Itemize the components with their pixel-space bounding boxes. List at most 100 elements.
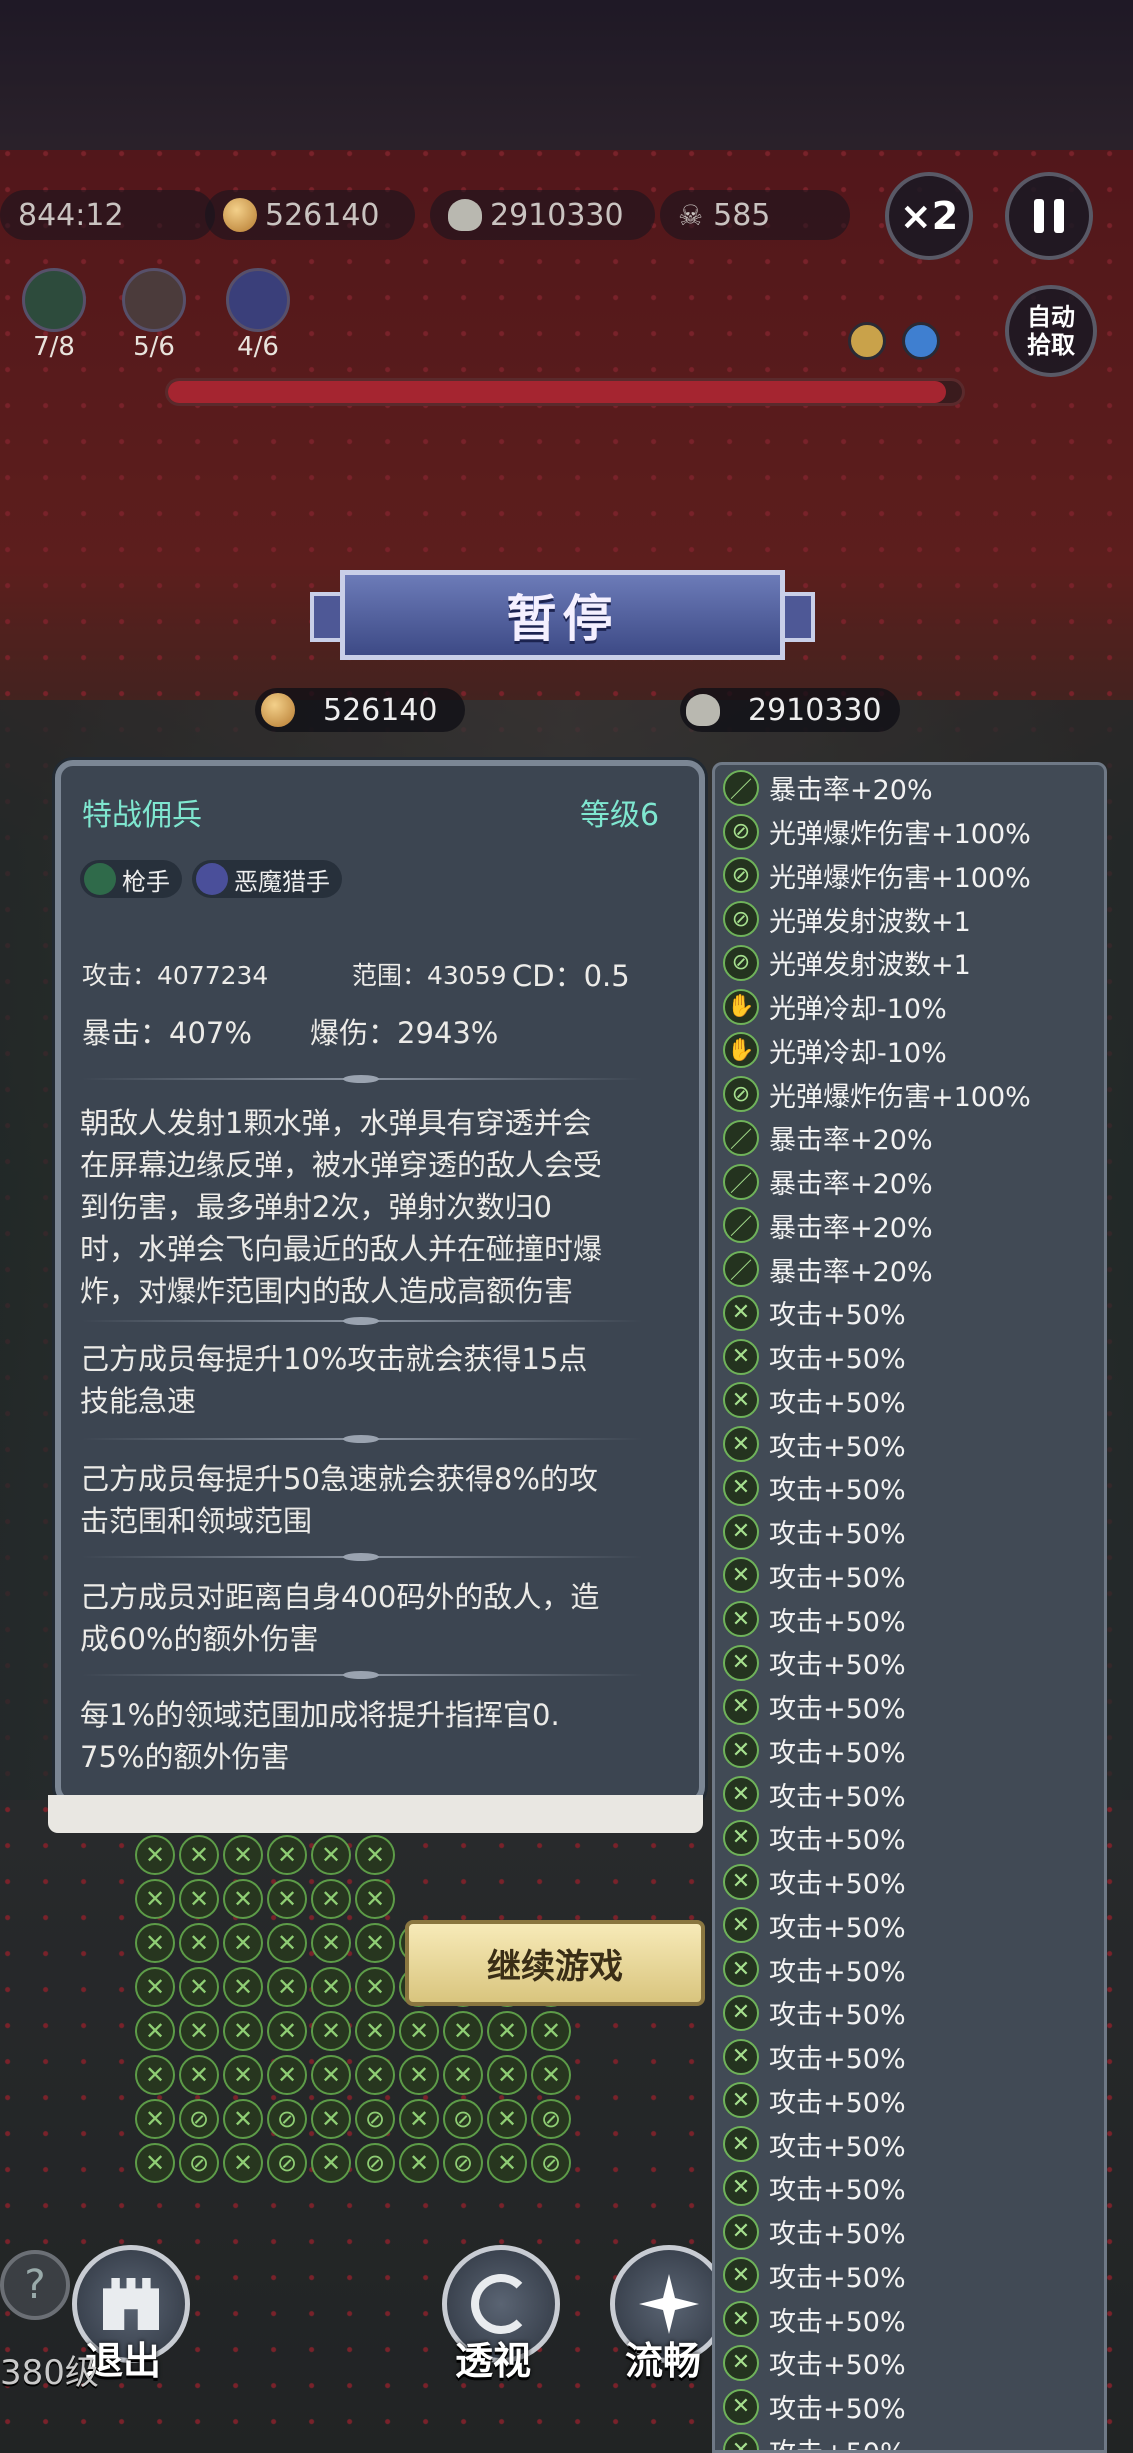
unit-name: 特战佣兵 bbox=[82, 798, 202, 833]
smooth-label: 流畅 bbox=[625, 2339, 702, 2383]
gem-icon: ✕ bbox=[487, 2099, 527, 2139]
buff-text: 攻击+50% bbox=[769, 1869, 906, 1901]
buff-text: 攻击+50% bbox=[769, 2394, 906, 2426]
buff-text: 攻击+50% bbox=[769, 1650, 906, 1682]
coin-counter: 526140 bbox=[205, 190, 415, 240]
skull-icon bbox=[448, 199, 482, 231]
gem-icon: ✕ bbox=[135, 1967, 175, 2007]
buff-row: ✕ 攻击+50% bbox=[723, 1772, 906, 1816]
vortex-icon bbox=[471, 2274, 531, 2334]
cross-swords-icon: ✕ bbox=[723, 1513, 759, 1550]
gem-icon: ✕ bbox=[135, 1835, 175, 1875]
water-drop-icon bbox=[902, 322, 940, 360]
hand-icon: ✋ bbox=[723, 988, 759, 1025]
buff-row: ✕ 攻击+50% bbox=[723, 1291, 906, 1335]
gem-icon: ✕ bbox=[399, 2055, 439, 2095]
description-line: 时，水弹会飞向最近的敌人并在碰撞时爆 bbox=[80, 1232, 603, 1266]
coin-magnet-icon bbox=[848, 322, 886, 360]
divider-ornament bbox=[343, 1553, 379, 1561]
auto-pickup-label: 自动 拾取 bbox=[1027, 303, 1075, 359]
sword-icon: ／ bbox=[723, 769, 759, 806]
buff-row: ⊘ 光弹爆炸伤害+100% bbox=[723, 854, 1031, 898]
gem-icon: ⊘ bbox=[531, 2099, 571, 2139]
pause-coin-stat: 526140 bbox=[255, 688, 465, 732]
buff-row: ／ 暴击率+20% bbox=[723, 1204, 933, 1248]
gem-icon: ✕ bbox=[311, 1835, 351, 1875]
buff-row: ✋ 光弹冷却-10% bbox=[723, 985, 947, 1029]
speed-label: ×2 bbox=[899, 194, 959, 238]
gem-icon: ✕ bbox=[179, 2011, 219, 2051]
tag-demon-hunter-label: 恶魔猎手 bbox=[234, 867, 330, 896]
vortex-skill-icon bbox=[122, 268, 186, 332]
buff-text: 攻击+50% bbox=[769, 1825, 906, 1857]
gunner-skill-icon bbox=[22, 268, 86, 332]
gem-icon: ✕ bbox=[267, 1835, 307, 1875]
buff-row: ✕ 攻击+50% bbox=[723, 1466, 906, 1510]
skill-level-3: 4/6 bbox=[237, 332, 279, 362]
continue-button[interactable]: 继续游戏 bbox=[405, 1920, 705, 2006]
gem-icon: ✕ bbox=[355, 2055, 395, 2095]
buff-row: ⊘ 光弹发射波数+1 bbox=[723, 897, 971, 941]
buff-text: 攻击+50% bbox=[769, 1912, 906, 1944]
gem-icon: ✕ bbox=[135, 1879, 175, 1919]
buff-text: 光弹冷却-10% bbox=[769, 1037, 947, 1069]
gem-icon: ✕ bbox=[223, 1835, 263, 1875]
bullet-icon: ⊘ bbox=[723, 944, 759, 981]
skill-level-2: 5/6 bbox=[133, 332, 175, 362]
buff-text: 攻击+50% bbox=[769, 1431, 906, 1463]
cross-swords-icon: ✕ bbox=[723, 2126, 759, 2163]
passive-1: 己方成员每提升10%攻击就会获得15点 技能急速 bbox=[80, 1338, 680, 1422]
buff-text: 光弹冷却-10% bbox=[769, 994, 947, 1026]
gem-icon: ✕ bbox=[355, 1923, 395, 1963]
cross-swords-icon: ✕ bbox=[723, 1557, 759, 1594]
bullet-icon: ⊘ bbox=[723, 901, 759, 938]
help-icon[interactable]: ? bbox=[0, 2250, 70, 2320]
cross-swords-icon: ✕ bbox=[723, 2169, 759, 2206]
cross-swords-icon: ✕ bbox=[723, 1951, 759, 1988]
demon-hunter-skill-icon bbox=[226, 268, 290, 332]
gem-icon: ✕ bbox=[223, 1967, 263, 2007]
sword-icon: ／ bbox=[723, 1119, 759, 1156]
kill-count: 2910330 bbox=[490, 197, 624, 233]
coin-icon bbox=[223, 198, 257, 232]
timer-pill: 844:12 bbox=[0, 190, 215, 240]
gem-icon: ✕ bbox=[311, 1879, 351, 1919]
buff-row: ／ 暴击率+20% bbox=[723, 1160, 933, 1204]
tag-gunner-label: 枪手 bbox=[122, 867, 170, 896]
gem-icon: ✕ bbox=[223, 1923, 263, 1963]
buff-row: ✕ 攻击+50% bbox=[723, 1685, 906, 1729]
buff-row: ✕ 攻击+50% bbox=[723, 1335, 906, 1379]
auto-pickup-button[interactable]: 自动 拾取 bbox=[1005, 285, 1097, 377]
cross-swords-icon: ✕ bbox=[723, 1994, 759, 2031]
buff-text: 攻击+50% bbox=[769, 2350, 906, 2382]
timer-text: 844:12 bbox=[18, 197, 124, 233]
speed-button[interactable]: ×2 bbox=[885, 172, 973, 260]
pause-kill-count: 2910330 bbox=[748, 692, 882, 728]
divider-ornament bbox=[343, 1671, 379, 1679]
buff-text: 攻击+50% bbox=[769, 2262, 906, 2294]
sword-icon: ／ bbox=[723, 1207, 759, 1244]
buff-row: ✕ 攻击+50% bbox=[723, 1641, 906, 1685]
enemy-count: 585 bbox=[713, 197, 771, 233]
passive-line: 75%的额外伤害 bbox=[80, 1740, 290, 1774]
buff-text: 光弹爆炸伤害+100% bbox=[769, 1081, 1031, 1113]
gem-icon: ✕ bbox=[267, 2055, 307, 2095]
stat-crit: 暴击：407% bbox=[82, 1016, 252, 1050]
pause-button[interactable] bbox=[1005, 172, 1093, 260]
passive-line: 己方成员每提升50急速就会获得8%的攻 bbox=[80, 1462, 598, 1496]
buff-text: 攻击+50% bbox=[769, 1387, 906, 1419]
gem-icon: ⊘ bbox=[355, 2099, 395, 2139]
buff-text: 暴击率+20% bbox=[769, 1212, 933, 1244]
buff-list-panel[interactable]: ／ 暴击率+20% ⊘ 光弹爆炸伤害+100% ⊘ 光弹爆炸伤害+100% ⊘ 光弹发射波数+… bbox=[712, 762, 1107, 2453]
gem-icon: ✕ bbox=[443, 2055, 483, 2095]
cross-swords-icon: ✕ bbox=[723, 1863, 759, 1900]
skill-level-1: 7/8 bbox=[33, 332, 75, 362]
gem-icon: ✕ bbox=[311, 2143, 351, 2183]
gem-icon: ⊘ bbox=[531, 2143, 571, 2183]
gem-icon: ✕ bbox=[487, 2011, 527, 2051]
buff-text: 暴击率+20% bbox=[769, 1169, 933, 1201]
passive-line: 己方成员每提升10%攻击就会获得15点 bbox=[80, 1342, 588, 1376]
gem-icon: ✕ bbox=[135, 1923, 175, 1963]
passive-line: 成60%的额外伤害 bbox=[80, 1622, 319, 1656]
buff-row: ✕ 攻击+50% bbox=[723, 1422, 906, 1466]
